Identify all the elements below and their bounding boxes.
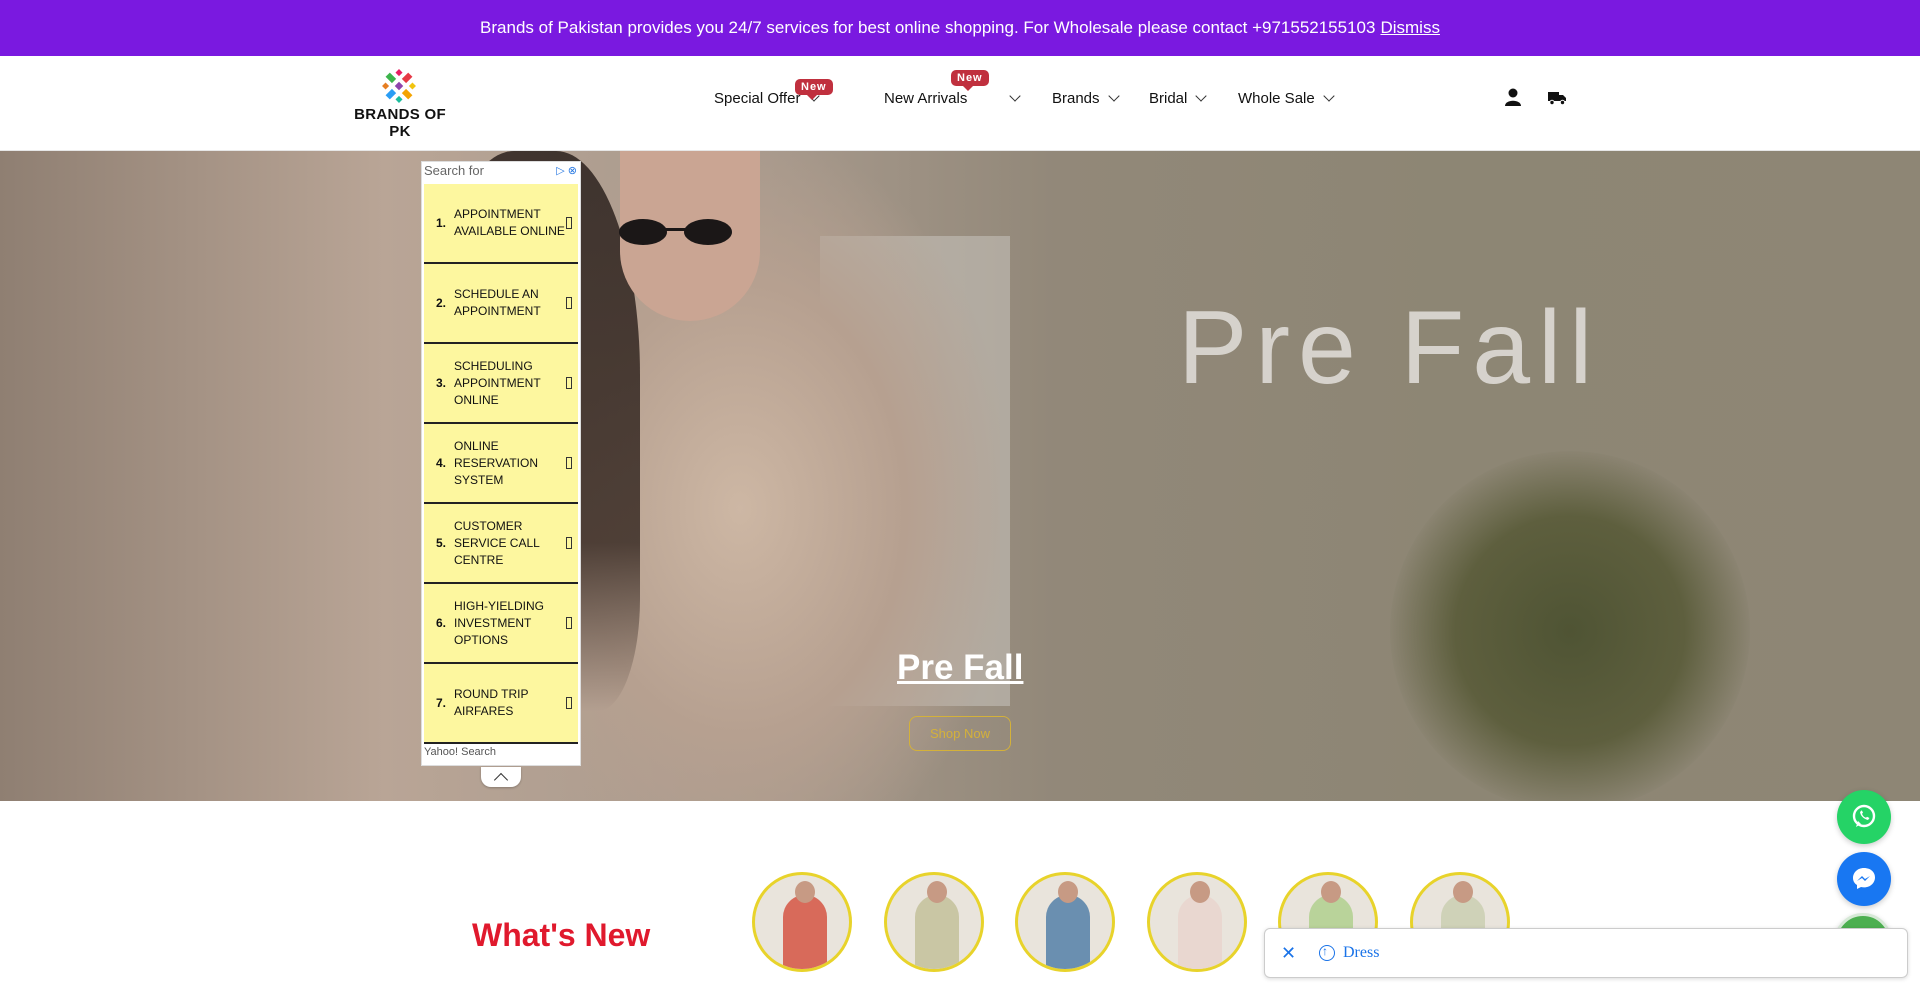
- ad-item-number: 2.: [435, 296, 446, 310]
- close-icon[interactable]: ✕: [1281, 943, 1296, 964]
- chevron-up-icon: [493, 772, 509, 787]
- sponsored-ad-widget: Search for ▷ ⊗ 1. APPOINTMENT AVAILABLE …: [421, 161, 581, 766]
- shop-now-button[interactable]: Shop Now: [909, 716, 1011, 751]
- model-head-image: [1190, 881, 1210, 903]
- ad-arrow-icon: [566, 217, 572, 229]
- collapse-ad-button[interactable]: [481, 767, 521, 787]
- whats-new-item[interactable]: [1015, 872, 1115, 972]
- hero-title-link[interactable]: Pre Fall: [897, 648, 1023, 688]
- ad-list-item[interactable]: 6. HIGH-YIELDING INVESTMENT OPTIONS: [424, 584, 578, 664]
- nav-item-brands[interactable]: Brands: [1052, 90, 1120, 107]
- announcement-bar: Brands of Pakistan provides you 24/7 ser…: [0, 0, 1920, 56]
- whatsapp-icon: [1852, 804, 1876, 828]
- ad-item-number: 1.: [435, 216, 446, 230]
- hero-watermark-text: Pre Fall: [1178, 290, 1601, 406]
- dress-image: [1178, 895, 1222, 969]
- ad-footer-text: Yahoo! Search: [424, 746, 496, 758]
- nav-label: Brands: [1052, 90, 1100, 107]
- whats-new-item[interactable]: [752, 872, 852, 972]
- ad-item-number: 7.: [435, 696, 446, 710]
- messenger-button[interactable]: [1837, 852, 1891, 906]
- hero-plant-image: [1390, 451, 1750, 801]
- nav-item-whole-sale[interactable]: Whole Sale: [1238, 90, 1335, 107]
- main-nav: Special Offer New New Arrivals New Brand…: [0, 56, 1920, 151]
- chevron-down-icon: [1323, 90, 1335, 102]
- truck-icon[interactable]: [1546, 86, 1568, 108]
- ad-item-text: SCHEDULING APPOINTMENT ONLINE: [454, 358, 541, 407]
- new-badge: New: [951, 70, 989, 91]
- ad-item-text: SCHEDULE AN APPOINTMENT: [454, 287, 541, 318]
- ad-list-item[interactable]: 4. ONLINE RESERVATION SYSTEM: [424, 424, 578, 504]
- dismiss-link[interactable]: Dismiss: [1380, 18, 1440, 38]
- ad-item-number: 5.: [435, 536, 446, 550]
- chevron-down-icon: [1009, 90, 1022, 102]
- ad-list-item[interactable]: 5. CUSTOMER SERVICE CALL CENTRE: [424, 504, 578, 584]
- model-head-image: [1058, 881, 1078, 903]
- adchoices-icon[interactable]: ▷ ⊗: [556, 164, 577, 177]
- nav-label: Special Offer: [714, 90, 801, 107]
- dress-image: [1046, 895, 1090, 969]
- ad-item-text: ROUND TRIP AIRFARES: [454, 687, 529, 718]
- dress-image: [915, 895, 959, 969]
- ad-item-number: 3.: [435, 376, 446, 390]
- search-suggestion-bar: ✕ Dress: [1264, 928, 1908, 978]
- search-query: Dress: [1343, 944, 1380, 961]
- dress-image: [783, 895, 827, 969]
- ad-item-text: APPOINTMENT AVAILABLE ONLINE: [454, 207, 565, 238]
- sunglasses-image: [619, 219, 732, 245]
- ad-list-item[interactable]: 1. APPOINTMENT AVAILABLE ONLINE: [424, 184, 578, 264]
- site-header: BRANDS OF PK Special Offer New New Arriv…: [0, 56, 1920, 151]
- ad-item-number: 6.: [435, 616, 446, 630]
- model-head-image: [795, 881, 815, 903]
- ad-list-item[interactable]: 2. SCHEDULE AN APPOINTMENT: [424, 264, 578, 344]
- trending-icon: [1319, 944, 1335, 961]
- ad-item-number: 4.: [435, 456, 446, 470]
- model-head-image: [1453, 881, 1473, 903]
- whatsapp-button[interactable]: [1837, 790, 1891, 844]
- messenger-icon: [1853, 868, 1875, 889]
- ad-arrow-icon: [566, 697, 572, 709]
- ad-item-text: ONLINE RESERVATION SYSTEM: [454, 438, 539, 487]
- nav-item-new-arrivals[interactable]: New Arrivals: [884, 90, 1022, 107]
- ad-arrow-icon: [566, 457, 572, 469]
- ad-list-item[interactable]: 7. ROUND TRIP AIRFARES: [424, 664, 578, 744]
- ad-arrow-icon: [566, 297, 572, 309]
- nav-label: New Arrivals: [884, 90, 968, 107]
- hero-banner: Pre Fall Pre Fall Shop Now: [0, 151, 1920, 801]
- whats-new-item[interactable]: [884, 872, 984, 972]
- ad-list: 1. APPOINTMENT AVAILABLE ONLINE 2. SCHED…: [424, 184, 578, 744]
- whats-new-item[interactable]: [1147, 872, 1247, 972]
- ad-item-text: HIGH-YIELDING INVESTMENT OPTIONS: [454, 598, 545, 647]
- ad-search-label[interactable]: Search for: [424, 163, 484, 178]
- whats-new-title: What's New: [472, 917, 651, 953]
- nav-label: Whole Sale: [1238, 90, 1315, 107]
- search-suggestion-link[interactable]: Dress: [1319, 944, 1379, 962]
- ad-arrow-icon: [566, 617, 572, 629]
- ad-arrow-icon: [566, 537, 572, 549]
- model-head-image: [927, 881, 947, 903]
- chevron-down-icon: [1195, 90, 1208, 102]
- user-icon[interactable]: [1502, 86, 1524, 108]
- new-badge: New: [795, 79, 833, 100]
- ad-arrow-icon: [566, 377, 572, 389]
- nav-label: Bridal: [1149, 90, 1188, 107]
- chevron-down-icon: [1107, 90, 1120, 102]
- ad-list-item[interactable]: 3. SCHEDULING APPOINTMENT ONLINE: [424, 344, 578, 424]
- model-head-image: [1321, 881, 1341, 903]
- announcement-text: Brands of Pakistan provides you 24/7 ser…: [480, 18, 1376, 37]
- nav-item-bridal[interactable]: Bridal: [1149, 90, 1208, 107]
- ad-item-text: CUSTOMER SERVICE CALL CENTRE: [454, 518, 540, 567]
